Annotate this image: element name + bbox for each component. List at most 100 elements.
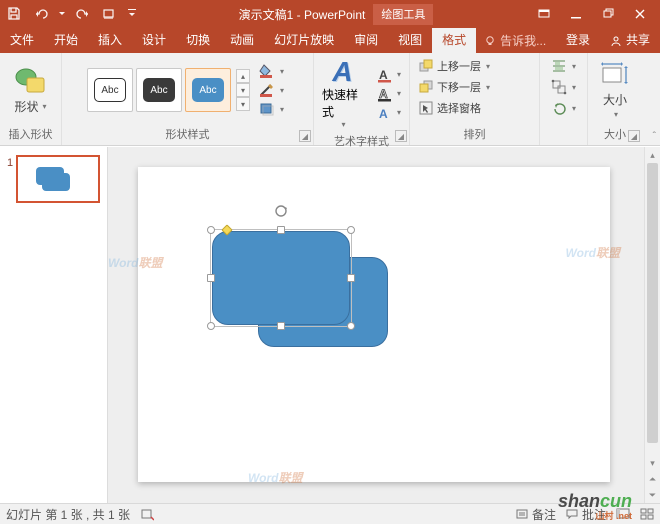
selection-box [210,229,352,327]
ribbon-options-icon[interactable] [530,4,558,24]
slide-canvas[interactable]: Word联盟 Word联盟 Word联盟 ▴ ▾ ⏶ ⏷ [108,147,660,503]
work-area: 1 Word联盟 Word联盟 Word联盟 [0,147,660,503]
comments-button[interactable]: 批注 [566,506,606,523]
group-label-insert-shape: 插入形状 [9,124,53,145]
qat-customize-icon[interactable] [128,6,136,22]
style-swatch-1[interactable]: Abc [87,68,133,112]
gallery-more-icon[interactable]: ▾ [236,97,250,111]
adjustment-handle[interactable] [221,224,232,235]
normal-view-icon[interactable] [616,508,630,520]
rotate-handle[interactable] [274,204,288,218]
tab-design[interactable]: 设计 [132,28,176,53]
undo-dropdown-icon[interactable] [58,6,66,22]
quick-styles-label: 快速样式 [322,88,358,119]
shape-fill-button[interactable]: ▾ [258,62,288,80]
prev-slide-icon[interactable]: ⏶ [645,471,660,487]
text-outline-button[interactable]: A▾ [377,85,403,103]
handle-br[interactable] [347,322,355,330]
size-label: 大小 [603,91,627,108]
handle-tl[interactable] [207,226,215,234]
selection-pane-button[interactable]: 选择窗格 [416,98,483,118]
rotate-button[interactable]: ▾ [551,98,576,118]
svg-text:A: A [379,107,388,121]
chevron-down-icon: ▾ [41,102,47,111]
group-shape-styles: Abc Abc Abc ▴ ▾ ▾ ▾ ▾ ▾ 形状样式 ◢ [62,53,314,145]
tab-file[interactable]: 文件 [0,28,44,53]
slide-counter[interactable]: 幻灯片 第 1 张 , 共 1 张 [6,506,130,523]
tab-animations[interactable]: 动画 [220,28,264,53]
style-swatch-2[interactable]: Abc [136,68,182,112]
vertical-scrollbar: ▴ ▾ ⏶ ⏷ [644,147,660,503]
shapes-button[interactable]: 形状▾ [10,64,52,117]
spellcheck-icon[interactable] [140,507,154,521]
text-fill-button[interactable]: A▾ [377,66,403,84]
slide-thumbnails: 1 [0,147,108,503]
tab-view[interactable]: 视图 [388,28,432,53]
handle-l[interactable] [207,274,215,282]
scroll-thumb[interactable] [647,163,658,443]
ribbon-tabs: 文件 开始 插入 设计 切换 动画 幻灯片放映 审阅 视图 格式 告诉我... … [0,28,660,53]
share-button[interactable]: 共享 [600,28,660,53]
next-slide-icon[interactable]: ⏷ [645,487,660,503]
handle-b[interactable] [277,322,285,330]
thumbnail-preview [16,155,100,203]
handle-bl[interactable] [207,322,215,330]
align-button[interactable]: ▾ [551,56,576,76]
restore-icon[interactable] [594,4,622,24]
minimize-icon[interactable] [562,4,590,24]
ribbon: 形状▾ 插入形状 Abc Abc Abc ▴ ▾ ▾ ▾ ▾ ▾ 形状样式 [0,53,660,146]
size-button[interactable]: 大小 ▾ [596,59,634,121]
start-from-beginning-icon[interactable] [102,6,118,22]
undo-icon[interactable] [32,6,48,22]
slide[interactable]: Word联盟 Word联盟 Word联盟 [138,167,610,482]
share-icon [610,35,622,47]
gallery-up-icon[interactable]: ▴ [236,69,250,83]
group-label-arrange: 排列 [464,124,486,145]
chevron-down-icon: ▾ [612,110,618,119]
group-insert-shape: 形状▾ 插入形状 [0,53,62,145]
send-backward-button[interactable]: 下移一层▾ [416,77,492,97]
watermark: Word联盟 [566,237,620,263]
tab-insert[interactable]: 插入 [88,28,132,53]
rotate-icon [551,100,567,116]
handle-t[interactable] [277,226,285,234]
scroll-up-icon[interactable]: ▴ [645,147,660,163]
notes-button[interactable]: 备注 [516,506,556,523]
tab-transitions[interactable]: 切换 [176,28,220,53]
group-objects-button[interactable]: ▾ [551,77,576,97]
lightbulb-icon [484,35,496,47]
shape-styles-launcher[interactable]: ◢ [299,130,311,142]
bring-forward-button[interactable]: 上移一层▾ [416,56,492,76]
save-icon[interactable] [6,6,22,22]
tab-review[interactable]: 审阅 [344,28,388,53]
text-effects-button[interactable]: A▾ [377,104,403,122]
watermark: Word联盟 [108,247,162,273]
handle-r[interactable] [347,274,355,282]
style-swatch-3[interactable]: Abc [185,68,231,112]
share-label: 共享 [626,28,650,53]
shape-outline-button[interactable]: ▾ [258,81,288,99]
login-button[interactable]: 登录 [556,28,600,53]
size-launcher[interactable]: ◢ [628,130,640,142]
status-bar: 幻灯片 第 1 张 , 共 1 张 备注 批注 [0,503,660,524]
gallery-down-icon[interactable]: ▾ [236,83,250,97]
group-size: 大小 ▾ 大小 ◢ [588,53,642,145]
shape-effects-button[interactable]: ▾ [258,100,288,118]
redo-icon[interactable] [76,6,92,22]
tab-slideshow[interactable]: 幻灯片放映 [264,28,344,53]
scroll-down-icon[interactable]: ▾ [645,455,660,471]
group-arrange-more: ▾ ▾ ▾ [540,53,588,145]
svg-text:A: A [379,68,388,82]
wordart-launcher[interactable]: ◢ [395,130,407,142]
sorter-view-icon[interactable] [640,508,654,520]
bring-forward-icon [418,58,434,74]
tab-home[interactable]: 开始 [44,28,88,53]
close-icon[interactable] [626,4,654,24]
tab-format[interactable]: 格式 [432,28,476,53]
quick-styles-button[interactable]: A 快速样式 ▾ [320,56,365,131]
handle-tr[interactable] [347,226,355,234]
collapse-ribbon-icon[interactable]: ˆ [653,131,656,142]
thumbnail-item[interactable]: 1 [7,155,100,203]
shapes-label: 形状 [14,98,38,115]
tell-me[interactable]: 告诉我... [476,28,554,53]
